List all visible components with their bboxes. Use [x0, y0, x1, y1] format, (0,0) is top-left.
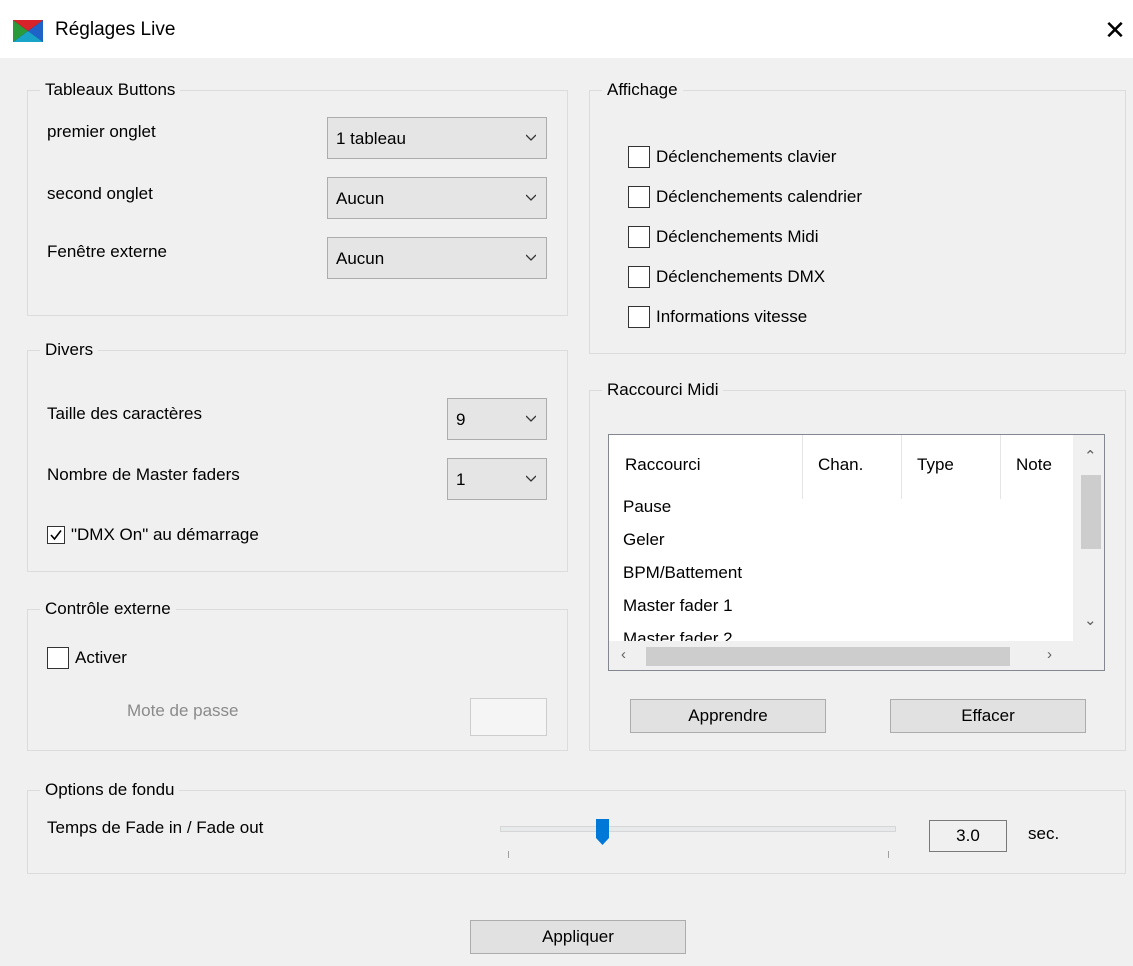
- declenchements-clavier-label: Déclenchements clavier: [656, 147, 837, 166]
- fade-value-field[interactable]: 3.0: [929, 820, 1007, 852]
- dmx-on-checkbox[interactable]: [47, 526, 65, 544]
- informations-vitesse-label: Informations vitesse: [656, 307, 808, 326]
- second-onglet-value: Aucun: [336, 189, 385, 208]
- column-divider[interactable]: [1000, 435, 1001, 499]
- fade-time-label: Temps de Fade in / Fade out: [47, 818, 264, 837]
- dmx-on-label: "DMX On" au démarrage: [71, 525, 259, 544]
- chevron-down-icon: [526, 415, 536, 422]
- column-header-note[interactable]: Note: [1016, 455, 1052, 475]
- premier-onglet-label: premier onglet: [47, 122, 156, 141]
- second-onglet-combo[interactable]: Aucun: [327, 177, 547, 219]
- declenchements-calendrier-checkbox[interactable]: [628, 186, 650, 208]
- slider-tick-start: [508, 851, 509, 858]
- password-field[interactable]: [470, 698, 547, 736]
- fenetre-externe-combo[interactable]: Aucun: [327, 237, 547, 279]
- chevron-down-icon: [526, 134, 536, 141]
- fade-slider-track[interactable]: [500, 826, 896, 832]
- scroll-left-icon[interactable]: ‹: [621, 646, 626, 663]
- horizontal-scroll-thumb[interactable]: [646, 647, 1010, 666]
- scroll-down-icon[interactable]: ⌄: [1084, 611, 1097, 629]
- chevron-down-icon: [526, 475, 536, 482]
- controle-externe-legend: Contrôle externe: [40, 598, 176, 620]
- master-faders-label: Nombre de Master faders: [47, 465, 240, 484]
- column-divider[interactable]: [901, 435, 902, 499]
- dmx-on-checkbox-row[interactable]: "DMX On" au démarrage: [47, 525, 259, 545]
- list-item[interactable]: Pause: [623, 497, 671, 517]
- list-header: Raccourci Chan. Type Note: [609, 435, 1075, 499]
- premier-onglet-value: 1 tableau: [336, 129, 406, 148]
- list-item[interactable]: BPM/Battement: [623, 563, 742, 583]
- vertical-scrollbar[interactable]: ⌃ ⌄: [1073, 435, 1104, 641]
- effacer-button[interactable]: Effacer: [890, 699, 1086, 733]
- column-divider[interactable]: [802, 435, 803, 499]
- declenchements-clavier-checkbox[interactable]: [628, 146, 650, 168]
- activer-checkbox-row[interactable]: Activer: [47, 647, 127, 669]
- slider-tick-end: [888, 851, 889, 858]
- master-faders-value: 1: [456, 470, 466, 489]
- declenchements-calendrier-label: Déclenchements calendrier: [656, 187, 862, 206]
- master-faders-combo[interactable]: 1: [447, 458, 547, 500]
- affichage-item[interactable]: Déclenchements calendrier: [628, 186, 862, 208]
- scroll-up-icon[interactable]: ⌃: [1084, 447, 1097, 465]
- taille-caracteres-label: Taille des caractères: [47, 404, 202, 423]
- scroll-right-icon[interactable]: ›: [1047, 646, 1052, 663]
- activer-checkbox[interactable]: [47, 647, 69, 669]
- declenchements-dmx-checkbox[interactable]: [628, 266, 650, 288]
- premier-onglet-combo[interactable]: 1 tableau: [327, 117, 547, 159]
- declenchements-dmx-label: Déclenchements DMX: [656, 267, 826, 286]
- taille-caracteres-value: 9: [456, 410, 466, 429]
- scrollbar-corner: [1074, 641, 1104, 670]
- second-onglet-label: second onglet: [47, 184, 153, 203]
- affichage-item[interactable]: Déclenchements clavier: [628, 146, 836, 168]
- apprendre-button[interactable]: Apprendre: [630, 699, 826, 733]
- list-item[interactable]: Master fader 1: [623, 596, 733, 616]
- password-label: Mote de passe: [127, 701, 239, 720]
- column-header-type[interactable]: Type: [917, 455, 954, 475]
- divers-legend: Divers: [40, 339, 99, 361]
- declenchements-midi-label: Déclenchements Midi: [656, 227, 819, 246]
- vertical-scroll-thumb[interactable]: [1081, 475, 1101, 549]
- column-header-chan[interactable]: Chan.: [818, 455, 863, 475]
- informations-vitesse-checkbox[interactable]: [628, 306, 650, 328]
- chevron-down-icon: [526, 254, 536, 261]
- fade-slider-thumb[interactable]: [596, 819, 610, 845]
- horizontal-scrollbar[interactable]: ‹ ›: [609, 641, 1074, 670]
- close-icon[interactable]: ✕: [1100, 13, 1130, 47]
- midi-shortcut-list[interactable]: Raccourci Chan. Type Note Pause Geler BP…: [608, 434, 1105, 671]
- tableaux-legend: Tableaux Buttons: [40, 79, 181, 101]
- options-fondu-legend: Options de fondu: [40, 779, 180, 801]
- appliquer-button[interactable]: Appliquer: [470, 920, 686, 954]
- list-item[interactable]: Geler: [623, 530, 665, 550]
- raccourci-midi-legend: Raccourci Midi: [602, 379, 724, 401]
- affichage-item[interactable]: Informations vitesse: [628, 306, 807, 328]
- fade-unit-label: sec.: [1028, 824, 1060, 843]
- column-header-raccourci[interactable]: Raccourci: [625, 455, 701, 475]
- taille-caracteres-combo[interactable]: 9: [447, 398, 547, 440]
- app-logo-icon: [13, 20, 43, 42]
- chevron-down-icon: [526, 194, 536, 201]
- fenetre-externe-value: Aucun: [336, 249, 385, 268]
- fenetre-externe-label: Fenêtre externe: [47, 242, 168, 261]
- activer-label: Activer: [75, 648, 127, 667]
- checkmark-icon: [50, 530, 62, 541]
- affichage-item[interactable]: Déclenchements Midi: [628, 226, 819, 248]
- declenchements-midi-checkbox[interactable]: [628, 226, 650, 248]
- affichage-item[interactable]: Déclenchements DMX: [628, 266, 825, 288]
- window-title: Réglages Live: [55, 19, 176, 40]
- affichage-legend: Affichage: [602, 79, 683, 101]
